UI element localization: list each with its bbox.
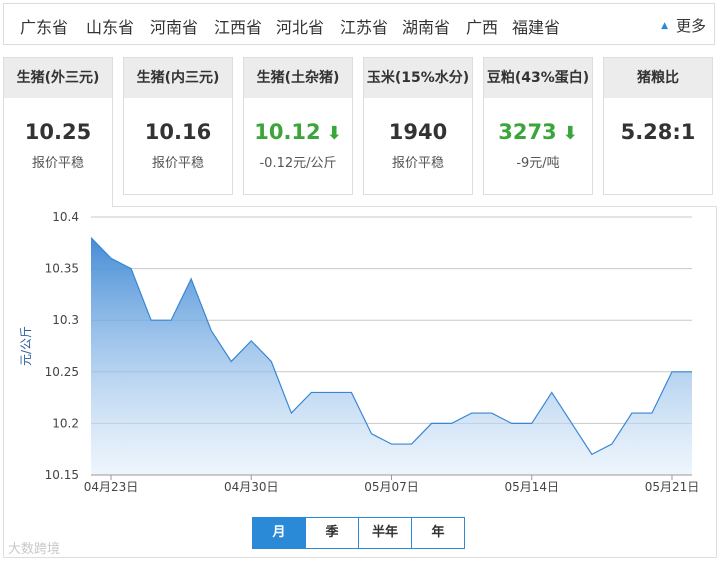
card-value: 10.12 ⬇: [254, 120, 342, 144]
card-title: 生猪(土杂猪): [244, 58, 352, 98]
series-area: [91, 237, 692, 475]
region-tab[interactable]: 江苏省: [340, 14, 388, 38]
price-card[interactable]: 玉米(15%水分) 1940 报价平稳: [363, 57, 473, 195]
card-status: -0.12元/公斤: [259, 156, 337, 171]
card-status: -9元/吨: [516, 156, 560, 171]
arrow-down-icon: ⬇: [326, 123, 342, 144]
period-button[interactable]: 年: [411, 518, 464, 548]
y-tick-label: 10.2: [52, 416, 79, 430]
y-tick-label: 10.15: [45, 468, 79, 482]
region-tab[interactable]: 河南省: [150, 14, 198, 38]
triangle-up-icon: ▲: [661, 21, 668, 31]
card-title: 豆粕(43%蛋白): [484, 58, 592, 98]
chart-container: 10.15 10.2 10.25 10.3 10.35 10.4 04月23日 04月30日 0…: [3, 206, 717, 558]
period-selector: 月季半年年: [252, 517, 465, 549]
x-tick-label: 05月07日: [364, 480, 419, 494]
card-value: 10.25: [24, 120, 92, 144]
card-status: 报价平稳: [151, 156, 204, 171]
watermark: 大数跨境: [8, 542, 61, 557]
region-tab[interactable]: 江西省: [214, 14, 262, 38]
y-tick-label: 10.4: [52, 210, 79, 224]
price-card[interactable]: 猪粮比 5.28:1: [603, 57, 713, 195]
card-status: 报价平稳: [31, 156, 84, 171]
region-bar: 广东省 山东省 河南省 江西省 河北省 江苏省 湖南省 广西 福建省 ▲ 更多: [3, 3, 715, 45]
period-button[interactable]: 月: [253, 518, 305, 548]
card-value: 1940: [388, 120, 448, 144]
y-tick-label: 10.25: [45, 365, 79, 379]
arrow-down-icon: ⬇: [562, 123, 578, 144]
region-tab[interactable]: 广西: [466, 14, 498, 38]
price-card[interactable]: 生猪(外三元) 10.25 报价平稳: [3, 57, 113, 207]
more-link[interactable]: ▲ 更多: [661, 15, 706, 36]
x-tick-label: 04月23日: [84, 480, 139, 494]
price-card[interactable]: 生猪(内三元) 10.16 报价平稳: [123, 57, 233, 195]
card-title: 玉米(15%水分): [364, 58, 472, 98]
x-tick-label: 05月21日: [645, 480, 700, 494]
card-title: 生猪(内三元): [124, 58, 232, 98]
card-status: 报价平稳: [391, 156, 444, 171]
period-button[interactable]: 半年: [358, 518, 411, 548]
more-label: 更多: [675, 17, 706, 35]
y-tick-label: 10.35: [45, 262, 79, 276]
price-card[interactable]: 生猪(土杂猪) 10.12 ⬇ -0.12元/公斤: [243, 57, 353, 195]
x-tick-label: 05月14日: [504, 480, 559, 494]
x-tick-label: 04月30日: [224, 480, 279, 494]
price-card[interactable]: 豆粕(43%蛋白) 3273 ⬇ -9元/吨: [483, 57, 593, 195]
period-button[interactable]: 季: [305, 518, 358, 548]
region-tab[interactable]: 河北省: [276, 14, 324, 38]
card-value: 3273 ⬇: [498, 120, 578, 144]
card-value: 5.28:1: [620, 120, 696, 144]
region-tab[interactable]: 山东省: [86, 14, 134, 38]
card-value: 10.16: [144, 120, 212, 144]
card-title: 生猪(外三元): [4, 58, 112, 98]
y-tick-label: 10.3: [52, 313, 79, 327]
region-tab[interactable]: 广东省: [20, 14, 68, 38]
y-axis-label: 元/公斤: [19, 326, 33, 366]
region-tab[interactable]: 湖南省: [402, 14, 450, 38]
price-chart: 10.15 10.2 10.25 10.3 10.35 10.4 04月23日 04月30日 0…: [19, 210, 700, 494]
card-title: 猪粮比: [604, 58, 712, 98]
region-tab[interactable]: 福建省: [512, 14, 560, 38]
